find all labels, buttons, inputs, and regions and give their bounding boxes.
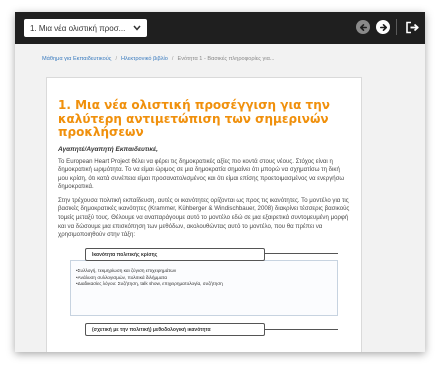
diagram-bullet: •Διαδικασίες λόγου: Συζήτηση, talk show,… bbox=[76, 281, 223, 287]
breadcrumb-separator: / bbox=[171, 56, 174, 62]
intro-paragraph: Το European Heart Project θέλει να φέρει… bbox=[58, 157, 345, 191]
greeting-subheading: Αγαπητέ/Αγαπητή Εκπαιδευτικέ, bbox=[58, 145, 158, 153]
diagram-box-methodological: (σχετική με την πολιτική) μεθοδολογική ι… bbox=[85, 322, 265, 336]
arrow-right-circle-icon[interactable] bbox=[376, 20, 390, 34]
breadcrumb: Μάθημα για Εκπαιδευτικούς / Ηλεκτρονικό … bbox=[42, 56, 274, 62]
diagram-box-political-judgement: Ικανότητα πολιτικής κρίσης bbox=[85, 247, 265, 261]
diagram-connector bbox=[265, 252, 338, 254]
breadcrumb-ebook-link[interactable]: Ηλεκτρονικό βιβλίο bbox=[121, 56, 168, 62]
chapter-select[interactable]: 1. Μια νέα ολιστική προσ... bbox=[24, 19, 147, 37]
breadcrumb-separator: / bbox=[115, 56, 118, 62]
model-paragraph: Στην τρέχουσα πολιτική εκπαίδευση, αυτές… bbox=[58, 196, 350, 239]
toolbar-divider bbox=[396, 19, 397, 35]
content-card: 1. Μια νέα ολιστική προσέγγιση για την κ… bbox=[46, 77, 362, 352]
chapter-select-value: 1. Μια νέα ολιστική προσ... bbox=[30, 23, 126, 33]
ebook-window: 1. Μια νέα ολιστική προσ... Μάθημα για Ε… bbox=[15, 12, 425, 352]
diagram-bullet-list: •Συλλογή, τεκμηρίωση και ζύγιση επιχειρη… bbox=[76, 268, 223, 288]
breadcrumb-course-link[interactable]: Μάθημα για Εκπαιδευτικούς bbox=[42, 56, 111, 62]
diagram-connector bbox=[265, 328, 338, 330]
page-title: 1. Μια νέα ολιστική προσέγγιση για την κ… bbox=[58, 98, 330, 139]
navigation-controls bbox=[356, 19, 421, 35]
breadcrumb-current: Ενότητα 1 - Βασικές πληροφορίες για... bbox=[177, 56, 275, 62]
chevron-down-icon bbox=[132, 23, 142, 33]
competence-diagram: Ικανότητα πολιτικής κρίσης •Συλλογή, τεκ… bbox=[58, 247, 350, 352]
arrow-left-circle-icon[interactable] bbox=[356, 20, 370, 34]
diagram-bullet: •Συλλογή, τεκμηρίωση και ζύγιση επιχειρη… bbox=[76, 267, 177, 273]
exit-icon[interactable] bbox=[403, 19, 421, 35]
top-toolbar: 1. Μια νέα ολιστική προσ... bbox=[15, 12, 425, 44]
